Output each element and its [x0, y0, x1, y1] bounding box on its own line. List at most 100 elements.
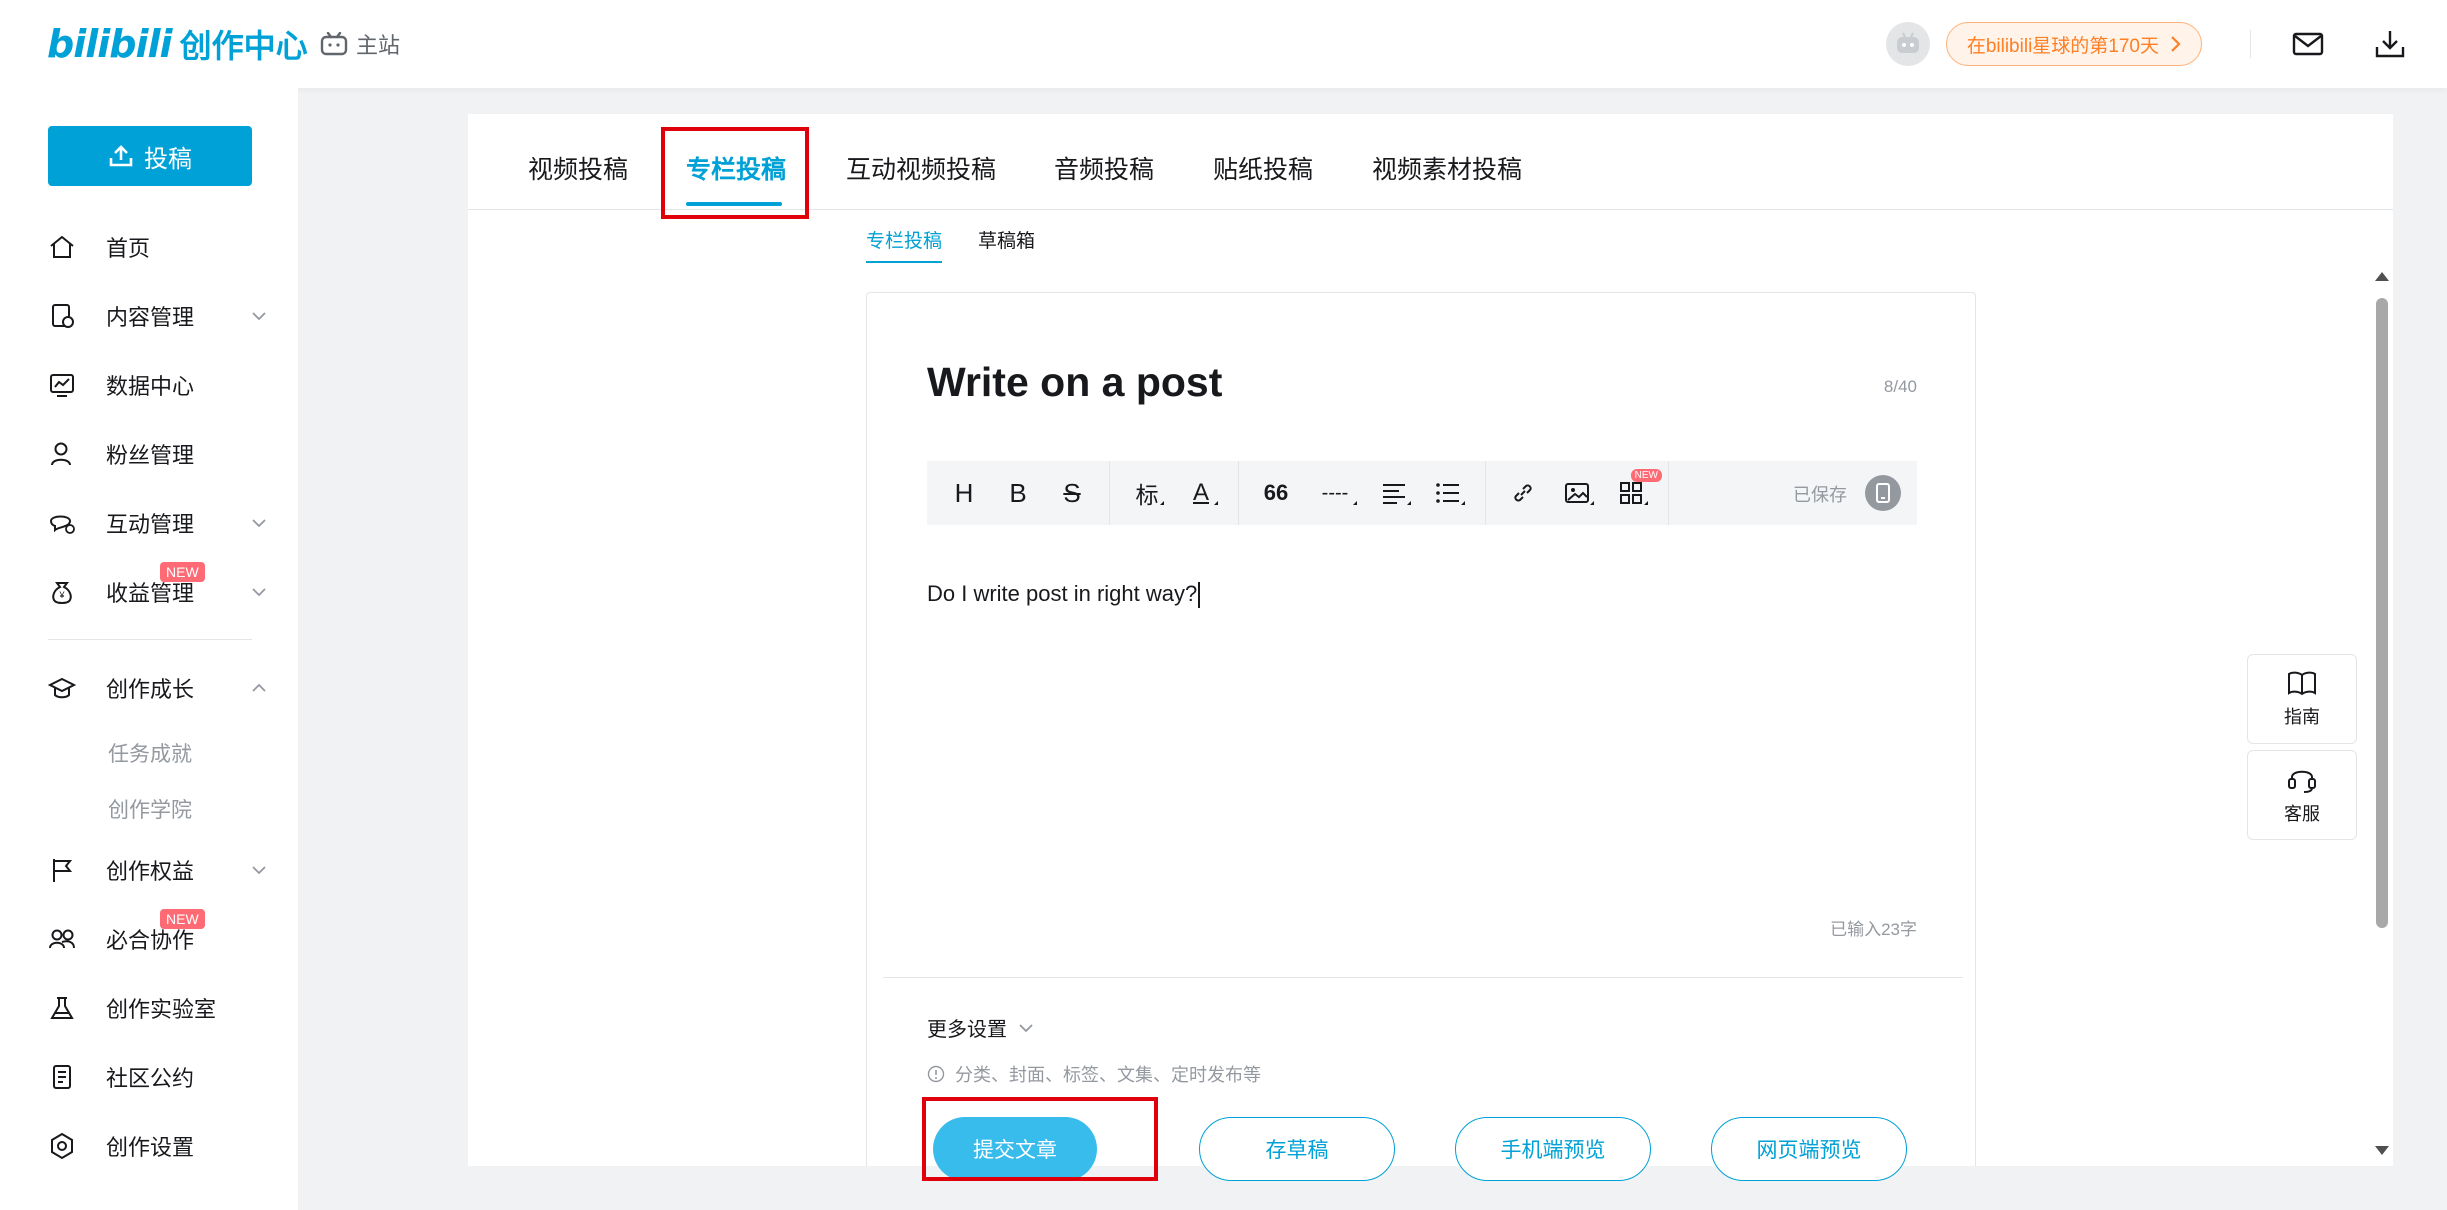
sidebar-item-label: 内容管理 — [106, 305, 195, 330]
bilibili-logo[interactable]: bilibili 创作中心 — [47, 22, 308, 66]
bold-button[interactable]: B — [991, 461, 1045, 525]
phone-icon — [1876, 483, 1890, 503]
sidebar-item-community-rules[interactable]: 社区公约 — [48, 1057, 268, 1097]
link-button[interactable] — [1496, 461, 1550, 525]
divider-button[interactable]: ---- — [1303, 461, 1367, 525]
document-icon — [52, 304, 74, 328]
article-editor: Write on a post 8/40 H B S 标 A 66 ---- N… — [866, 292, 1976, 1181]
subtab-article[interactable]: 专栏投稿 — [866, 226, 943, 263]
font-color-button[interactable]: A — [1174, 461, 1228, 525]
sidebar-item-creator-growth[interactable]: 创作成长 — [48, 668, 268, 708]
upload-post-label: 投稿 — [144, 145, 192, 173]
sidebar-item-interaction[interactable]: 互动管理 — [48, 503, 268, 543]
heading-glyph: H — [954, 477, 974, 508]
tab-video[interactable]: 视频投稿 — [528, 150, 628, 186]
sidebar-item-label: 收益管理 NEW — [106, 562, 205, 608]
main-site-label: 主站 — [356, 33, 401, 58]
flask-icon — [50, 997, 74, 1019]
mail-icon[interactable] — [2291, 27, 2325, 61]
more-settings-hint-text: 分类、封面、标签、文集、定时发布等 — [955, 1065, 1261, 1085]
sidebar-item-label: 创作成长 — [106, 677, 195, 702]
sidebar-item-content-management[interactable]: 内容管理 — [48, 296, 268, 336]
flag-icon — [53, 859, 73, 882]
top-header: bilibili 创作中心 主站 在bilibili星球的第170天 — [0, 0, 2447, 88]
article-body-text: Do I write post in right way? — [927, 581, 1198, 606]
info-icon — [927, 1065, 945, 1083]
tv-icon — [320, 32, 348, 56]
text-cursor — [1198, 582, 1201, 609]
word-count: 已输入23字 — [1830, 920, 1917, 939]
quote-button[interactable]: 66 — [1249, 461, 1303, 525]
tab-audio[interactable]: 音频投稿 — [1054, 150, 1154, 186]
scroll-up-arrow[interactable] — [2375, 272, 2389, 281]
image-icon — [1565, 483, 1589, 503]
image-button[interactable] — [1550, 461, 1604, 525]
sidebar-subitem-tasks[interactable]: 任务成就 — [108, 738, 192, 768]
highlight-box-tab — [661, 127, 809, 219]
sidebar-item-fans[interactable]: 粉丝管理 — [48, 434, 268, 474]
tab-sticker[interactable]: 贴纸投稿 — [1213, 150, 1313, 186]
save-draft-button[interactable]: 存草稿 — [1199, 1117, 1395, 1181]
headset-icon — [2288, 770, 2316, 793]
sidebar-item-settings[interactable]: 创作设置 — [48, 1126, 268, 1166]
phone-preview-toggle[interactable] — [1865, 475, 1901, 511]
grid-icon — [1620, 482, 1642, 504]
editor-toolbar: H B S 标 A 66 ---- NEW 已保存 — [927, 461, 1917, 525]
list-button[interactable] — [1421, 461, 1475, 525]
logo-text: 创作中心 — [179, 28, 308, 64]
sidebar-item-creator-lab[interactable]: 创作实验室 — [48, 988, 268, 1028]
title-char-count: 8/40 — [1883, 377, 1917, 396]
guide-button[interactable]: 指南 — [2247, 654, 2357, 744]
strike-glyph: S — [1063, 477, 1081, 508]
more-widgets-button[interactable]: NEW — [1604, 461, 1662, 525]
scroll-down-arrow[interactable] — [2375, 1146, 2389, 1155]
main-site-link[interactable]: 主站 — [320, 28, 400, 60]
days-on-bilibili-pill[interactable]: 在bilibili星球的第170天 — [1945, 22, 2202, 66]
sidebar-item-label: 数据中心 — [106, 374, 195, 399]
svg-text:¥: ¥ — [58, 590, 65, 600]
days-pill-text: 在bilibili星球的第170天 — [1966, 35, 2159, 57]
align-button[interactable] — [1367, 461, 1421, 525]
link-icon — [1514, 484, 1532, 502]
sidebar-item-revenue[interactable]: ¥ 收益管理 NEW — [48, 562, 268, 612]
more-settings-hint: 分类、封面、标签、文集、定时发布等 — [927, 1061, 1261, 1087]
strikethrough-button[interactable]: S — [1045, 461, 1099, 525]
sidebar-item-creator-rights[interactable]: 创作权益 — [48, 850, 268, 890]
sidebar-item-data-center[interactable]: 数据中心 — [48, 365, 268, 405]
sidebar-item-collaboration[interactable]: 必合协作 NEW — [48, 909, 268, 959]
user-icon — [51, 442, 71, 466]
scrollbar-thumb[interactable] — [2376, 298, 2388, 928]
label-button[interactable]: 标 — [1120, 461, 1174, 525]
tab-video-material[interactable]: 视频素材投稿 — [1372, 150, 1522, 186]
post-title-input[interactable]: Write on a post — [927, 359, 1222, 406]
chart-icon — [50, 374, 74, 397]
upload-post-button[interactable]: 投稿 — [48, 126, 252, 186]
sidebar-item-label: 创作权益 — [106, 859, 195, 884]
home-icon — [50, 235, 74, 258]
chevron-down-icon — [1019, 1023, 1033, 1032]
tab-interactive-video[interactable]: 互动视频投稿 — [846, 150, 996, 186]
new-badge: NEW — [160, 562, 205, 582]
heading-button[interactable]: H — [937, 461, 991, 525]
sidebar-subitem-academy[interactable]: 创作学院 — [108, 794, 192, 824]
money-bag-icon: ¥ — [52, 582, 72, 604]
upload-icon — [109, 145, 133, 167]
chevron-down-icon — [252, 588, 266, 597]
article-body-editor[interactable]: Do I write post in right way? — [927, 581, 1201, 609]
customer-service-button[interactable]: 客服 — [2247, 750, 2357, 840]
subtab-drafts[interactable]: 草稿箱 — [978, 226, 1035, 253]
vertical-scrollbar[interactable] — [2372, 270, 2392, 1162]
more-settings-toggle[interactable]: 更多设置 — [927, 1013, 1035, 1042]
download-icon[interactable] — [2373, 27, 2407, 61]
mobile-preview-button[interactable]: 手机端预览 — [1455, 1117, 1651, 1181]
bold-glyph: B — [1009, 477, 1027, 508]
more-settings-label: 更多设置 — [927, 1019, 1007, 1041]
chevron-down-icon — [252, 519, 266, 528]
web-preview-button[interactable]: 网页端预览 — [1711, 1117, 1907, 1181]
sidebar-item-home[interactable]: 首页 — [48, 227, 268, 267]
chevron-right-icon — [2171, 36, 2181, 52]
main-content: 视频投稿 专栏投稿 互动视频投稿 音频投稿 贴纸投稿 视频素材投稿 专栏投稿 草… — [468, 114, 2393, 1181]
sidebar-divider — [48, 639, 252, 640]
avatar[interactable] — [1885, 22, 1930, 66]
sidebar-item-label: 必合协作 NEW — [106, 909, 205, 955]
